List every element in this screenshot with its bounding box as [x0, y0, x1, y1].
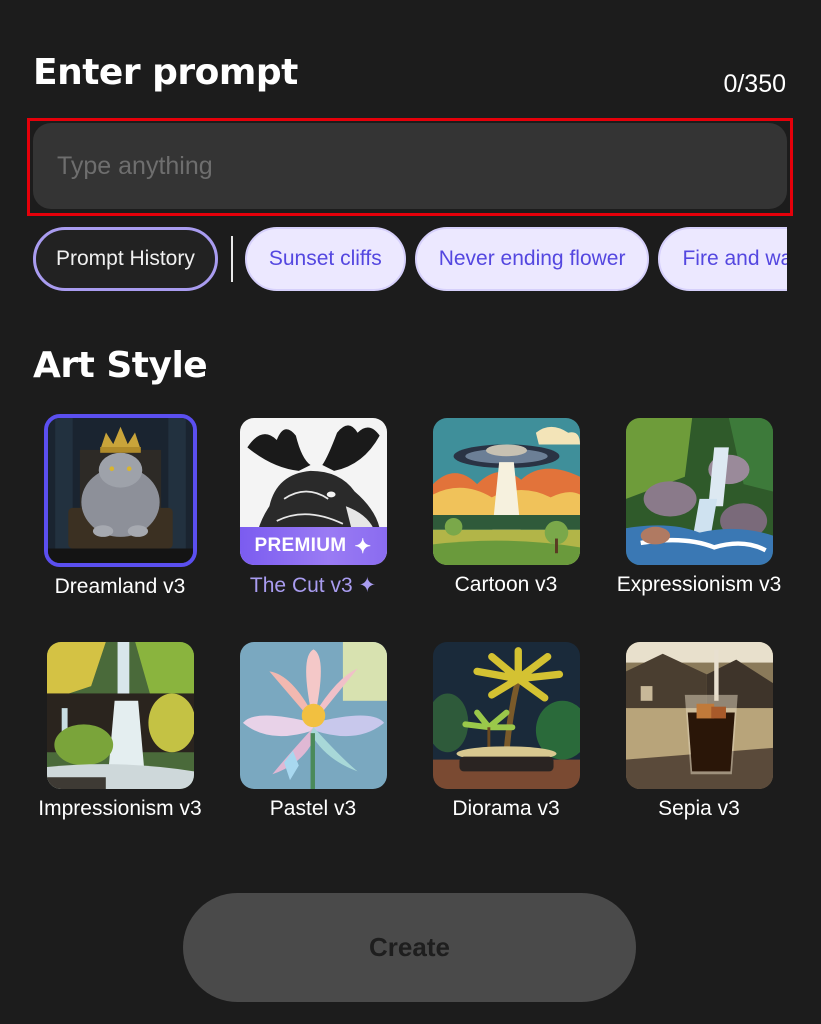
- style-card-impressionism[interactable]: Impressionism v3: [24, 642, 216, 821]
- premium-badge: PREMIUM ✦: [239, 527, 387, 565]
- style-label: Impressionism v3: [38, 797, 202, 820]
- style-card-expressionism[interactable]: Expressionism v3: [603, 418, 795, 597]
- palm-diorama-thumbnail: [432, 642, 580, 789]
- forest-waterfall-thumbnail: [46, 642, 194, 789]
- prompt-title: Enter prompt: [33, 52, 298, 93]
- style-label: Diorama v3: [452, 797, 560, 820]
- style-label: Cartoon v3: [454, 573, 558, 596]
- suggestion-chip[interactable]: Never ending flower: [414, 227, 650, 291]
- character-counter: 0/350: [723, 70, 786, 98]
- suggestion-chip[interactable]: Sunset cliffs: [244, 227, 406, 291]
- suggestion-chip[interactable]: Fire and water: [658, 227, 787, 291]
- pastel-lotus-thumbnail: [239, 642, 387, 789]
- chips-divider: [230, 236, 233, 282]
- prompt-chips-row[interactable]: Prompt History Sunset cliffs Never ending …: [33, 227, 787, 291]
- iced-drink-thumbnail: [625, 642, 773, 789]
- sparkle-icon: ✦: [354, 535, 372, 558]
- ufo-cartoon-thumbnail: [432, 418, 580, 565]
- create-button[interactable]: Create: [183, 893, 636, 1002]
- style-label: Pastel v3: [269, 797, 357, 820]
- premium-badge-text: PREMIUM: [254, 535, 347, 556]
- art-style-title: Art Style: [33, 345, 208, 386]
- style-card-pastel[interactable]: Pastel v3: [217, 642, 409, 821]
- rocky-waterfall-thumbnail: [625, 418, 773, 565]
- style-card-dreamland[interactable]: Dreamland v3: [24, 414, 216, 599]
- style-card-diorama[interactable]: Diorama v3: [410, 642, 602, 821]
- prompt-history-button[interactable]: Prompt History: [33, 227, 218, 291]
- style-card-sepia[interactable]: Sepia v3: [603, 642, 795, 821]
- style-card-the-cut[interactable]: PREMIUM ✦ The Cut v3 ✦: [217, 418, 409, 598]
- crowned-cat-thumbnail: [43, 414, 197, 567]
- style-label: Sepia v3: [658, 797, 740, 820]
- prompt-input[interactable]: [33, 123, 787, 209]
- style-card-cartoon[interactable]: Cartoon v3: [410, 418, 602, 597]
- moose-engraving-thumbnail: PREMIUM ✦: [239, 418, 387, 565]
- style-label: Dreamland v3: [54, 575, 186, 598]
- style-label: The Cut v3 ✦: [249, 574, 377, 597]
- style-label: Expressionism v3: [616, 573, 782, 596]
